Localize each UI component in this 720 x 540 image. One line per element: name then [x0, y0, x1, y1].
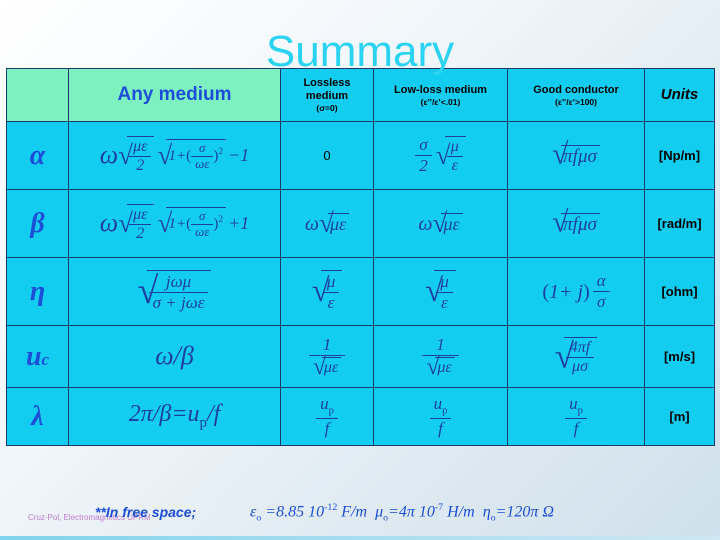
formula-beta-lossless: ω √ με: [281, 208, 373, 237]
row-symbol-eta: η: [6, 257, 69, 326]
cell-alpha-units: [Np/m]: [644, 121, 715, 190]
formula-uc-good-conductor: √ 4πf μσ: [508, 337, 644, 377]
footer-note: **In free space;: [95, 504, 197, 520]
formula-eta-good-conductor: (1+ j) ασ: [508, 271, 644, 311]
header-lossless-condition: (σ=0): [316, 103, 338, 113]
cell-alpha-any-medium: ω √ με 2 √ 1+(σ ωε)2 −1: [68, 121, 281, 190]
row-symbol-lambda: λ: [6, 387, 69, 446]
cell-lambda-units: [m]: [644, 387, 715, 446]
row-symbol-beta: β: [6, 189, 69, 258]
formula-beta-low-loss: ω √ με: [374, 208, 507, 237]
symbol-beta: β: [30, 207, 45, 239]
formula-lambda-low-loss: up f: [374, 394, 507, 438]
units-uc: [m/s]: [663, 348, 696, 364]
header-lossless-label: Lossless medium: [303, 77, 351, 102]
units-alpha: [Np/m]: [658, 147, 701, 163]
cell-alpha-lossless: 0: [280, 121, 374, 190]
cell-uc-lossless: 1 √ με: [280, 325, 374, 388]
formula-lambda-any: 2π/β=up/f: [128, 401, 221, 432]
formula-alpha-any: ω √ με 2 √ 1+(σ ωε)2 −1: [99, 135, 250, 174]
formula-beta-any: ω √ με 2 √ 1+(σ ωε)2 +1: [99, 203, 250, 242]
cell-eta-lossless: √ μ ε: [280, 257, 374, 326]
table-header-row: Any medium Lossless medium (σ=0) Low-los…: [6, 68, 715, 122]
table-row: η √ jωμ σ + jωε √ μ ε √ μ ε (1+ j) ασ [o…: [6, 257, 715, 326]
mu-exponent: -7: [434, 502, 444, 514]
summary-table: Any medium Lossless medium (σ=0) Low-los…: [6, 68, 715, 446]
value-alpha-lossless: 0: [323, 147, 331, 163]
header-low-loss-label: Low-loss medium: [394, 83, 487, 96]
units-lambda: [m]: [669, 408, 690, 424]
mu-symbol: μ: [375, 503, 384, 521]
table-row: λ 2π/β=up/f up f up f up f [m]: [6, 387, 715, 446]
header-lossless-medium: Lossless medium (σ=0): [280, 68, 374, 122]
symbol-lambda: λ: [31, 400, 44, 432]
cell-beta-low-loss: ω √ με: [373, 189, 508, 258]
header-units: Units: [644, 68, 715, 122]
formula-alpha-low-loss: σ2 √ μ ε: [374, 135, 507, 175]
formula-uc-any: ω/β: [155, 341, 194, 371]
cell-alpha-low-loss: σ2 √ μ ε: [373, 121, 508, 190]
cell-beta-units: [rad/m]: [644, 189, 715, 258]
formula-lambda-lossless: up f: [281, 394, 373, 438]
cell-beta-any-medium: ω √ με 2 √ 1+(σ ωε)2 +1: [68, 189, 281, 258]
header-good-conductor: Good conductor (ε’’/ε’>100): [507, 68, 645, 122]
cell-beta-good-conductor: √ πfμσ: [507, 189, 645, 258]
formula-eta-any: √ jωμ σ + jωε: [69, 270, 280, 312]
summary-table-wrapper: Any medium Lossless medium (σ=0) Low-los…: [6, 68, 715, 446]
cell-lambda-low-loss: up f: [373, 387, 508, 446]
formula-uc-low-loss: 1 √ με: [374, 335, 507, 380]
formula-uc-lossless: 1 √ με: [281, 335, 373, 380]
cell-eta-good-conductor: (1+ j) ασ: [507, 257, 645, 326]
epsilon-exponent: -12: [324, 502, 338, 514]
table-row: β ω √ με 2 √ 1+(σ ωε)2 +1 ω √ με ω √ με: [6, 189, 715, 258]
cell-eta-units: [ohm]: [644, 257, 715, 326]
cell-lambda-lossless: up f: [280, 387, 374, 446]
cell-lambda-good-conductor: up f: [507, 387, 645, 446]
cell-uc-units: [m/s]: [644, 325, 715, 388]
units-beta: [rad/m]: [657, 215, 702, 231]
mu-unit: H/m: [443, 503, 475, 521]
symbol-eta: η: [29, 275, 46, 307]
formula-lambda-good-conductor: up f: [508, 394, 644, 438]
header-low-loss-condition: (ε’’/ε’<.01): [420, 96, 461, 107]
header-corner-cell: [6, 68, 69, 122]
symbol-alpha: α: [29, 139, 46, 171]
epsilon-value: =8.85 10: [261, 503, 325, 521]
header-any-medium: Any medium: [68, 68, 281, 122]
footer-constants: εo =8.85 10-12 F/m μo=4π 10-7 H/m ηo=120…: [250, 502, 554, 524]
epsilon-unit: F/m: [337, 503, 368, 521]
row-symbol-uc: uc: [6, 325, 69, 388]
cell-uc-good-conductor: √ 4πf μσ: [507, 325, 645, 388]
cell-uc-low-loss: 1 √ με: [373, 325, 508, 388]
cell-eta-any-medium: √ jωμ σ + jωε: [68, 257, 281, 326]
formula-beta-good-conductor: √ πfμσ: [508, 207, 644, 239]
mu-value: =4π 10: [388, 503, 435, 521]
table-row: uc ω/β 1 √ με 1 √ με √ 4πf μσ [m/s]: [6, 325, 715, 388]
formula-alpha-good-conductor: √ πfμσ: [508, 139, 644, 171]
bottom-accent-bar: [0, 536, 720, 540]
cell-uc-any-medium: ω/β: [68, 325, 281, 388]
row-symbol-alpha: α: [6, 121, 69, 190]
eta-symbol: η: [482, 503, 491, 521]
cell-eta-low-loss: √ μ ε: [373, 257, 508, 326]
units-eta: [ohm]: [661, 283, 698, 299]
eta-value: =120π Ω: [495, 503, 554, 521]
cell-lambda-any-medium: 2π/β=up/f: [68, 387, 281, 446]
formula-eta-lossless: √ μ ε: [281, 270, 373, 312]
formula-eta-low-loss: √ μ ε: [374, 270, 507, 312]
cell-alpha-good-conductor: √ πfμσ: [507, 121, 645, 190]
header-units-label: Units: [660, 86, 699, 103]
cell-beta-lossless: ω √ με: [280, 189, 374, 258]
header-any-medium-label: Any medium: [117, 84, 232, 105]
header-low-loss-medium: Low-loss medium (ε’’/ε’<.01): [373, 68, 508, 122]
table-row: α ω √ με 2 √ 1+(σ ωε)2 −1 0 σ2 √ μ ε √…: [6, 121, 715, 190]
header-good-conductor-label: Good conductor: [533, 83, 619, 96]
symbol-uc: uc: [25, 340, 50, 372]
header-good-conductor-condition: (ε’’/ε’>100): [554, 96, 597, 107]
page-title: Summary: [265, 27, 455, 76]
